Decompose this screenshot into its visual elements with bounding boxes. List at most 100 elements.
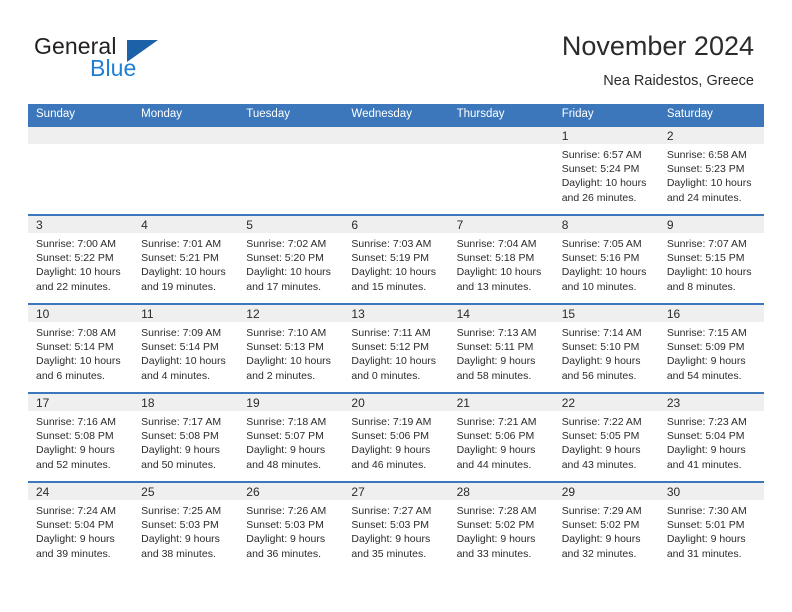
day-info: Sunrise: 6:57 AM Sunset: 5:24 PM Dayligh… — [554, 144, 659, 205]
sunset-text: Sunset: 5:10 PM — [561, 341, 640, 354]
daylight-text-line1: Daylight: 9 hours — [246, 533, 326, 546]
day-cell[interactable]: 10 Sunrise: 7:08 AM Sunset: 5:14 PM Dayl… — [28, 305, 134, 392]
day-cell[interactable]: 27 Sunrise: 7:27 AM Sunset: 5:03 PM Dayl… — [343, 483, 449, 570]
day-cell[interactable]: 28 Sunrise: 7:28 AM Sunset: 5:02 PM Dayl… — [448, 483, 554, 570]
day-cell[interactable] — [343, 127, 449, 214]
day-cell[interactable]: 9 Sunrise: 7:07 AM Sunset: 5:15 PM Dayli… — [658, 216, 764, 303]
sunrise-text: Sunrise: 7:07 AM — [666, 238, 747, 250]
day-cell[interactable]: 1 Sunrise: 6:57 AM Sunset: 5:24 PM Dayli… — [553, 127, 659, 214]
day-cell[interactable]: 2 Sunrise: 6:58 AM Sunset: 5:23 PM Dayli… — [658, 127, 764, 214]
daylight-text-line2: and 35 minutes. — [351, 547, 427, 560]
day-cell[interactable]: 15 Sunrise: 7:14 AM Sunset: 5:10 PM Dayl… — [553, 305, 659, 392]
sunrise-text: Sunrise: 7:08 AM — [36, 327, 116, 339]
daylight-text-line1: Daylight: 9 hours — [666, 533, 746, 546]
sunset-text: Sunset: 5:04 PM — [666, 430, 745, 443]
day-number-band: 14 — [448, 305, 554, 322]
day-cell[interactable]: 5 Sunrise: 7:02 AM Sunset: 5:20 PM Dayli… — [238, 216, 344, 303]
day-number-band: 18 — [133, 394, 239, 411]
daylight-text-line2: and 58 minutes. — [456, 369, 532, 382]
day-info: Sunrise: 7:13 AM Sunset: 5:11 PM Dayligh… — [449, 322, 554, 383]
day-info: Sunrise: 7:15 AM Sunset: 5:09 PM Dayligh… — [659, 322, 764, 383]
day-number: 21 — [456, 396, 470, 410]
day-cell[interactable]: 3 Sunrise: 7:00 AM Sunset: 5:22 PM Dayli… — [28, 216, 134, 303]
daylight-text-line1: Daylight: 9 hours — [561, 533, 641, 546]
day-info: Sunrise: 7:03 AM Sunset: 5:19 PM Dayligh… — [343, 233, 448, 294]
daylight-text-line2: and 43 minutes. — [561, 458, 637, 471]
day-cell[interactable]: 24 Sunrise: 7:24 AM Sunset: 5:04 PM Dayl… — [28, 483, 134, 570]
day-cell[interactable]: 14 Sunrise: 7:13 AM Sunset: 5:11 PM Dayl… — [448, 305, 554, 392]
sunset-text: Sunset: 5:18 PM — [456, 252, 535, 265]
day-number: 1 — [561, 129, 569, 143]
day-cell[interactable]: 22 Sunrise: 7:22 AM Sunset: 5:05 PM Dayl… — [553, 394, 659, 481]
daylight-text-line1: Daylight: 9 hours — [561, 355, 641, 368]
day-cell[interactable] — [448, 127, 554, 214]
day-cell[interactable]: 30 Sunrise: 7:30 AM Sunset: 5:01 PM Dayl… — [658, 483, 764, 570]
daylight-text-line1: Daylight: 9 hours — [666, 355, 746, 368]
sunset-text: Sunset: 5:03 PM — [351, 519, 430, 532]
day-cell[interactable]: 19 Sunrise: 7:18 AM Sunset: 5:07 PM Dayl… — [238, 394, 344, 481]
sunrise-text: Sunrise: 7:30 AM — [666, 505, 747, 517]
day-cell[interactable] — [238, 127, 344, 214]
day-info: Sunrise: 7:21 AM Sunset: 5:06 PM Dayligh… — [449, 411, 554, 472]
day-info: Sunrise: 7:16 AM Sunset: 5:08 PM Dayligh… — [28, 411, 133, 472]
day-info: Sunrise: 7:14 AM Sunset: 5:10 PM Dayligh… — [554, 322, 659, 383]
day-cell[interactable]: 25 Sunrise: 7:25 AM Sunset: 5:03 PM Dayl… — [133, 483, 239, 570]
sunset-text: Sunset: 5:14 PM — [36, 341, 114, 354]
day-cell[interactable]: 21 Sunrise: 7:21 AM Sunset: 5:06 PM Dayl… — [448, 394, 554, 481]
sunrise-text: Sunrise: 7:28 AM — [456, 505, 537, 517]
brand-logo[interactable]: General Blue — [30, 33, 220, 89]
day-info: Sunrise: 7:00 AM Sunset: 5:22 PM Dayligh… — [28, 233, 133, 294]
daylight-text-line1: Daylight: 9 hours — [456, 355, 536, 368]
day-number: 10 — [36, 307, 50, 321]
sunrise-text: Sunrise: 7:27 AM — [351, 505, 432, 517]
day-info: Sunrise: 7:09 AM Sunset: 5:14 PM Dayligh… — [133, 322, 238, 383]
day-cell[interactable] — [133, 127, 239, 214]
sunset-text: Sunset: 5:11 PM — [456, 341, 534, 354]
day-info: Sunrise: 7:08 AM Sunset: 5:14 PM Dayligh… — [28, 322, 133, 383]
day-cell[interactable]: 12 Sunrise: 7:10 AM Sunset: 5:13 PM Dayl… — [238, 305, 344, 392]
daylight-text-line2: and 10 minutes. — [561, 280, 637, 293]
day-cell[interactable]: 16 Sunrise: 7:15 AM Sunset: 5:09 PM Dayl… — [658, 305, 764, 392]
day-number-band: 5 — [238, 216, 344, 233]
day-cell[interactable] — [28, 127, 134, 214]
day-number: 29 — [561, 485, 576, 499]
day-number-band: 4 — [133, 216, 239, 233]
sunset-text: Sunset: 5:12 PM — [351, 341, 430, 354]
day-number-band — [28, 127, 134, 144]
sunset-text: Sunset: 5:19 PM — [351, 252, 430, 265]
day-cell[interactable]: 7 Sunrise: 7:04 AM Sunset: 5:18 PM Dayli… — [448, 216, 554, 303]
day-cell[interactable]: 4 Sunrise: 7:01 AM Sunset: 5:21 PM Dayli… — [133, 216, 239, 303]
day-cell[interactable]: 20 Sunrise: 7:19 AM Sunset: 5:06 PM Dayl… — [343, 394, 449, 481]
day-cell[interactable]: 11 Sunrise: 7:09 AM Sunset: 5:14 PM Dayl… — [133, 305, 239, 392]
day-number-band: 1 — [553, 127, 659, 144]
daylight-text-line1: Daylight: 10 hours — [246, 355, 331, 368]
day-cell[interactable]: 17 Sunrise: 7:16 AM Sunset: 5:08 PM Dayl… — [28, 394, 134, 481]
day-info: Sunrise: 7:28 AM Sunset: 5:02 PM Dayligh… — [449, 500, 554, 561]
day-cell[interactable]: 6 Sunrise: 7:03 AM Sunset: 5:19 PM Dayli… — [343, 216, 449, 303]
day-cell[interactable]: 23 Sunrise: 7:23 AM Sunset: 5:04 PM Dayl… — [658, 394, 764, 481]
sunrise-text: Sunrise: 7:09 AM — [141, 327, 222, 339]
day-cell[interactable]: 8 Sunrise: 7:05 AM Sunset: 5:16 PM Dayli… — [553, 216, 659, 303]
daylight-text-line2: and 48 minutes. — [246, 458, 321, 471]
day-info: Sunrise: 7:30 AM Sunset: 5:01 PM Dayligh… — [659, 500, 764, 561]
daylight-text-line2: and 17 minutes. — [246, 280, 321, 293]
day-cell[interactable]: 29 Sunrise: 7:29 AM Sunset: 5:02 PM Dayl… — [553, 483, 659, 570]
day-cell[interactable]: 13 Sunrise: 7:11 AM Sunset: 5:12 PM Dayl… — [343, 305, 449, 392]
day-cell[interactable]: 18 Sunrise: 7:17 AM Sunset: 5:08 PM Dayl… — [133, 394, 239, 481]
sunset-text: Sunset: 5:24 PM — [561, 163, 640, 176]
day-info: Sunrise: 7:05 AM Sunset: 5:16 PM Dayligh… — [554, 233, 659, 294]
day-number-band: 2 — [658, 127, 764, 144]
daylight-text-line1: Daylight: 10 hours — [666, 266, 752, 279]
sunset-text: Sunset: 5:02 PM — [561, 519, 640, 532]
daylight-text-line2: and 24 minutes. — [666, 191, 742, 204]
sunrise-text: Sunrise: 7:10 AM — [246, 327, 327, 339]
day-number: 26 — [246, 485, 260, 499]
day-number: 27 — [351, 485, 365, 499]
sunrise-text: Sunrise: 7:02 AM — [246, 238, 327, 250]
daylight-text-line1: Daylight: 9 hours — [456, 444, 536, 457]
day-number-band: 8 — [553, 216, 659, 233]
day-number-band: 23 — [658, 394, 764, 411]
sunset-text: Sunset: 5:13 PM — [246, 341, 324, 354]
day-cell[interactable]: 26 Sunrise: 7:26 AM Sunset: 5:03 PM Dayl… — [238, 483, 344, 570]
daylight-text-line2: and 26 minutes. — [561, 191, 637, 204]
